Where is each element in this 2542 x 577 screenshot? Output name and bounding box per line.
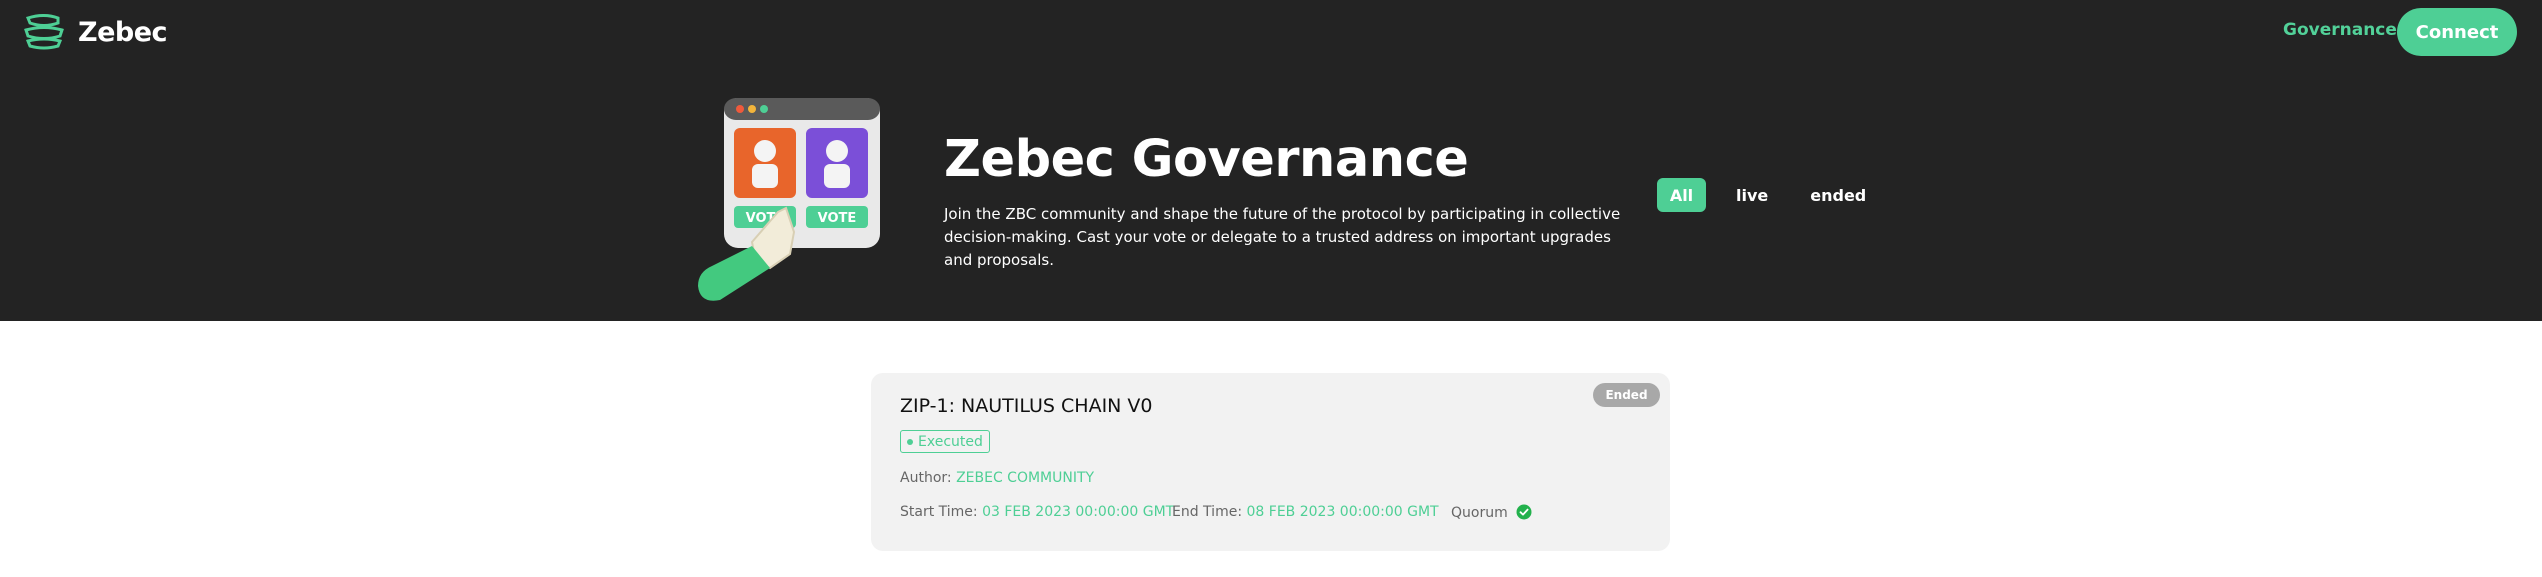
end-time-row: End Time: 08 FEB 2023 00:00:00 GMT — [1172, 504, 1439, 520]
proposal-card[interactable]: Ended ZIP-1: NAUTILUS CHAIN V0 Executed … — [871, 373, 1670, 551]
end-time-label: End Time: — [1172, 504, 1243, 520]
vote-label-right: VOTE — [818, 211, 857, 226]
author-label: Author: — [900, 470, 952, 486]
start-time-value: 03 FEB 2023 00:00:00 GMT — [982, 504, 1175, 520]
logo[interactable]: Zebec — [22, 14, 168, 50]
end-time-value: 08 FEB 2023 00:00:00 GMT — [1246, 504, 1439, 520]
logo-text: Zebec — [78, 16, 168, 48]
proposal-title[interactable]: ZIP-1: NAUTILUS CHAIN V0 — [900, 395, 1153, 417]
hero-description: Join the ZBC community and shape the fut… — [944, 205, 1621, 269]
executed-label: Executed — [918, 433, 983, 450]
filter-live[interactable]: live — [1724, 178, 1780, 212]
filter-all[interactable]: All — [1657, 178, 1706, 212]
author-row: Author: ZEBEC COMMUNITY — [900, 470, 1094, 486]
nav-governance[interactable]: Governance — [2283, 20, 2397, 40]
filter-ended[interactable]: ended — [1798, 178, 1878, 212]
executed-tag: Executed — [900, 430, 990, 453]
check-circle-icon — [1516, 504, 1532, 520]
connect-button[interactable]: Connect — [2397, 8, 2517, 56]
quorum-label: Quorum — [1451, 505, 1508, 521]
page-title: Zebec Governance — [944, 130, 1469, 189]
quorum-row: Quorum — [1451, 504, 1532, 521]
start-time-label: Start Time: — [900, 504, 978, 520]
status-dot-icon — [907, 438, 913, 445]
start-time-row: Start Time: 03 FEB 2023 00:00:00 GMT — [900, 504, 1174, 520]
vote-window-illustration: VOTE VOTE — [698, 98, 880, 301]
author-value: ZEBEC COMMUNITY — [956, 470, 1095, 486]
proposal-filters: All live ended — [1657, 178, 1878, 212]
status-badge: Ended — [1593, 383, 1660, 407]
zebec-logo-icon — [24, 14, 64, 50]
hero-header: Zebec Governance Connect VOTE VOTE Zebec… — [0, 0, 2542, 321]
